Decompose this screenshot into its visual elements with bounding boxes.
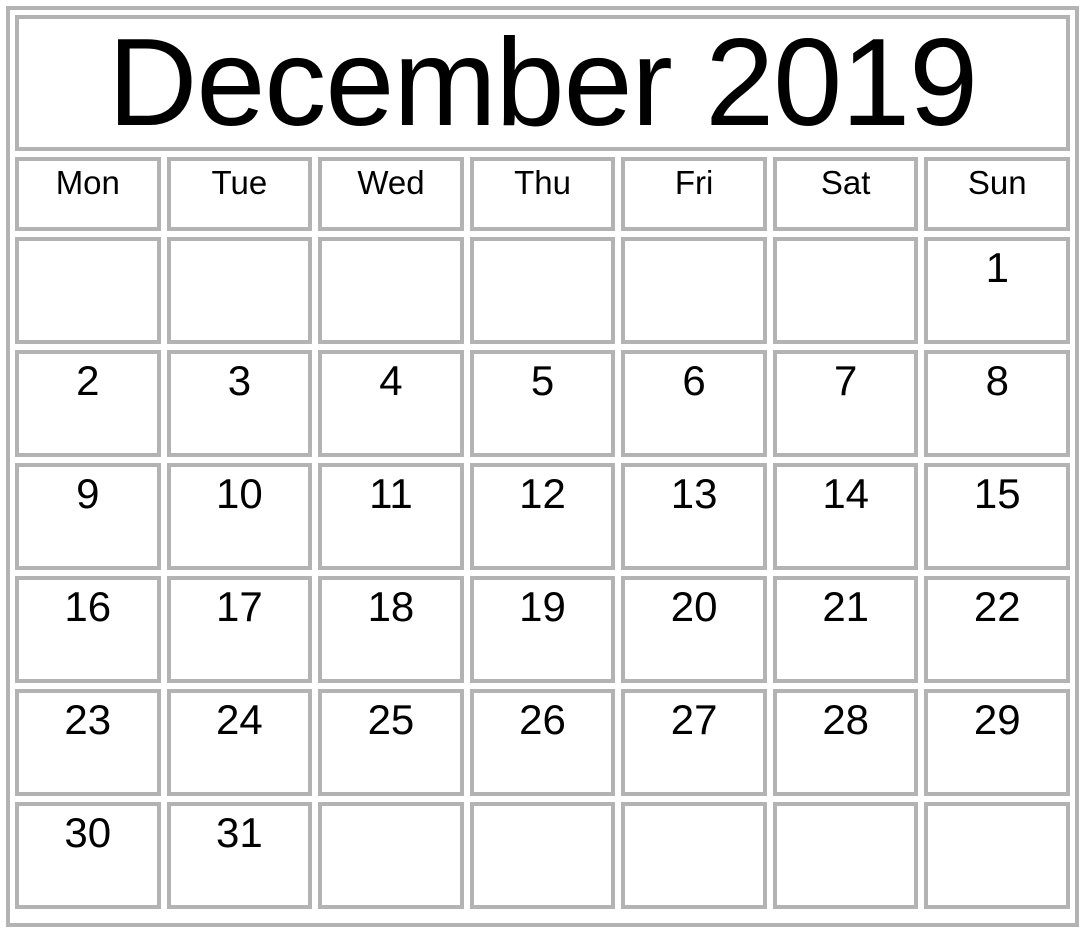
weekday-header-cell-mon: Mon [15, 157, 161, 231]
calendar: December 2019 Mon Tue Wed Thu Fri Sat Su… [6, 6, 1079, 927]
week-row: 23 24 25 26 27 28 29 [15, 689, 1071, 796]
calendar-grid: Mon Tue Wed Thu Fri Sat Sun 1 2 3 4 5 6 … [15, 157, 1071, 909]
day-number: 29 [973, 696, 1021, 743]
day-cell[interactable]: 30 [15, 802, 161, 909]
day-number: 19 [519, 583, 566, 630]
day-number: 3 [227, 357, 252, 404]
day-cell[interactable]: 27 [621, 689, 767, 796]
weekday-header-cell-wed: Wed [318, 157, 464, 231]
weekday-label-sat: Sat [820, 164, 871, 201]
day-cell[interactable] [469, 237, 616, 344]
day-number: 11 [369, 470, 413, 517]
day-number: 14 [822, 470, 870, 517]
day-cell[interactable] [621, 237, 767, 344]
weekday-label-mon: Mon [55, 164, 120, 201]
day-cell[interactable]: 14 [772, 463, 919, 570]
day-number: 26 [519, 696, 566, 743]
day-cell[interactable]: 26 [469, 689, 616, 796]
day-cell[interactable] [469, 802, 616, 909]
weekday-header-cell-tue: Tue [166, 157, 313, 231]
day-cell[interactable]: 7 [772, 350, 919, 457]
day-cell[interactable]: 25 [318, 689, 464, 796]
day-number: 13 [670, 470, 718, 517]
day-cell[interactable]: 13 [621, 463, 767, 570]
week-row: 9 10 11 12 13 14 15 [15, 463, 1071, 570]
day-cell[interactable]: 16 [15, 576, 161, 683]
day-number: 10 [216, 470, 263, 517]
day-cell[interactable]: 31 [166, 802, 313, 909]
day-number: 8 [985, 357, 1009, 404]
weekday-label-sun: Sun [967, 164, 1027, 201]
day-cell[interactable]: 29 [924, 689, 1071, 796]
day-cell[interactable]: 9 [15, 463, 161, 570]
day-number: 17 [216, 583, 263, 630]
day-cell[interactable]: 24 [166, 689, 313, 796]
day-cell[interactable] [15, 237, 161, 344]
day-number: 6 [682, 357, 706, 404]
week-row: 30 31 [15, 802, 1071, 909]
day-number: 21 [822, 583, 870, 630]
day-number: 31 [216, 809, 263, 856]
day-number: 23 [64, 696, 112, 743]
weekday-label-tue: Tue [211, 164, 268, 201]
day-number: 5 [530, 357, 555, 404]
weekday-label-wed: Wed [357, 164, 425, 201]
day-number: 2 [76, 357, 100, 404]
day-cell[interactable]: 1 [924, 237, 1071, 344]
day-number: 4 [379, 357, 403, 404]
day-number: 9 [76, 470, 100, 517]
day-cell[interactable]: 12 [469, 463, 616, 570]
weekday-header-cell-sun: Sun [924, 157, 1071, 231]
day-cell[interactable]: 18 [318, 576, 464, 683]
day-cell[interactable]: 20 [621, 576, 767, 683]
day-cell[interactable]: 3 [166, 350, 313, 457]
weekday-label-fri: Fri [674, 164, 714, 201]
week-row: 1 [15, 237, 1071, 344]
calendar-title-header: December 2019 [15, 15, 1070, 151]
day-number: 30 [64, 809, 112, 856]
day-cell[interactable] [318, 802, 464, 909]
day-cell[interactable]: 8 [924, 350, 1071, 457]
day-number: 25 [367, 696, 415, 743]
day-number: 20 [670, 583, 718, 630]
day-cell[interactable]: 15 [924, 463, 1071, 570]
week-row: 2 3 4 5 6 7 8 [15, 350, 1071, 457]
weekday-header-cell-sat: Sat [772, 157, 919, 231]
day-cell[interactable]: 11 [318, 463, 464, 570]
day-cell[interactable]: 28 [772, 689, 919, 796]
day-cell[interactable]: 10 [166, 463, 313, 570]
day-number: 7 [834, 357, 858, 404]
day-number: 1 [985, 244, 1009, 291]
week-row: 16 17 18 19 20 21 22 [15, 576, 1071, 683]
day-cell[interactable] [772, 802, 919, 909]
day-cell[interactable]: 22 [924, 576, 1071, 683]
day-cell[interactable] [621, 802, 767, 909]
day-cell[interactable]: 19 [469, 576, 616, 683]
day-number: 28 [822, 696, 870, 743]
day-number: 16 [64, 583, 112, 630]
weekday-header-row: Mon Tue Wed Thu Fri Sat Sun [15, 157, 1071, 231]
day-cell[interactable] [924, 802, 1071, 909]
day-cell[interactable] [772, 237, 919, 344]
day-cell[interactable] [318, 237, 464, 344]
day-cell[interactable]: 21 [772, 576, 919, 683]
day-cell[interactable]: 5 [469, 350, 616, 457]
day-cell[interactable]: 17 [166, 576, 313, 683]
weekday-header-cell-thu: Thu [469, 157, 616, 231]
page-title: December 2019 [107, 14, 978, 152]
day-number: 12 [519, 470, 566, 517]
day-cell[interactable] [166, 237, 313, 344]
weekday-label-thu: Thu [514, 164, 571, 201]
day-cell[interactable]: 4 [318, 350, 464, 457]
day-number: 24 [216, 696, 263, 743]
day-cell[interactable]: 6 [621, 350, 767, 457]
day-number: 15 [973, 470, 1021, 517]
calendar-inner: December 2019 Mon Tue Wed Thu Fri Sat Su… [15, 15, 1071, 933]
weekday-header-cell-fri: Fri [621, 157, 767, 231]
day-number: 18 [367, 583, 415, 630]
day-cell[interactable]: 23 [15, 689, 161, 796]
day-number: 22 [973, 583, 1021, 630]
day-number: 27 [670, 696, 718, 743]
day-cell[interactable]: 2 [15, 350, 161, 457]
